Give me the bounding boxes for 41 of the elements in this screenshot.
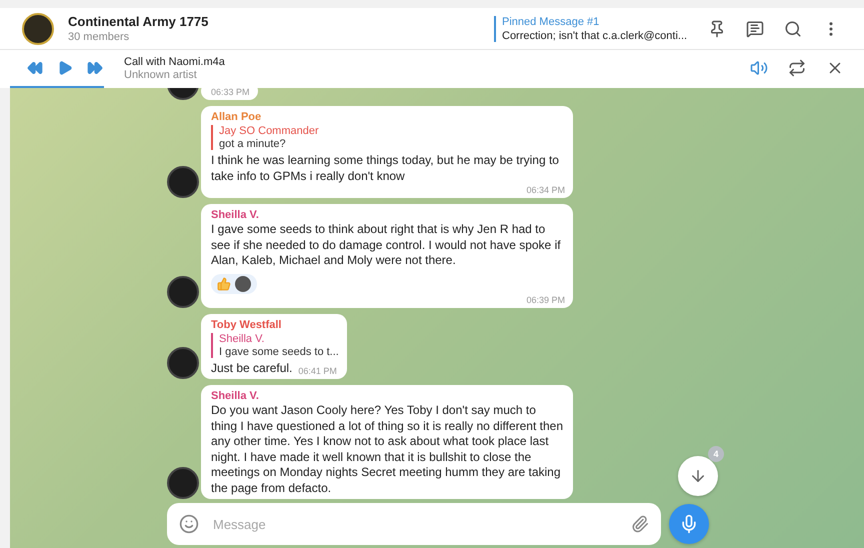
sender-avatar[interactable]: [167, 166, 199, 198]
attach-icon[interactable]: [631, 515, 649, 533]
reactor-avatar: [235, 276, 251, 292]
message-text: Just be careful.: [211, 360, 292, 376]
thumbs-up-icon: [217, 276, 231, 290]
sender-avatar[interactable]: [167, 276, 199, 308]
message-author: Sheilla V.: [211, 209, 260, 221]
reply-quote[interactable]: Sheilla V. I gave some seeds to t...: [211, 332, 339, 358]
chat-title: Continental Army 1775: [68, 14, 210, 29]
message-input-text[interactable]: Message: [211, 516, 619, 532]
scroll-down-button[interactable]: [678, 456, 718, 496]
message-time: 06:41 PM: [298, 366, 337, 376]
pinned-message[interactable]: Pinned Message #1 Correction; isn't that c.a.clerk@conti...: [494, 16, 684, 42]
sender-avatar[interactable]: [167, 467, 199, 499]
message-time: 06:39 PM: [526, 294, 565, 304]
group-avatar[interactable]: [22, 12, 54, 44]
message-time: 06:34 PM: [526, 185, 565, 195]
reply-author: Jay SO Commander: [219, 125, 320, 137]
member-count: 30 members: [68, 31, 130, 43]
message-text: Do you want Jason Cooly here? Yes Toby I don't say much to thing I have questioned a lot of thing so it is really no different then any other time. Yes I know not to ask about what took place last night. I have made it well known that it is bullshit to close the meetings on Monday nights Secret meeting humm they are taking the page from defacto.: [211, 403, 564, 496]
message-text: I think he was learning some things today, but he may be trying to take info to GPMs i really don't know: [211, 153, 560, 184]
microphone-button[interactable]: [669, 504, 709, 544]
reply-author: Sheilla V.: [219, 332, 266, 344]
reactions[interactable]: [211, 274, 257, 294]
reply-quote[interactable]: Jay SO Commander got a minute?: [211, 125, 565, 150]
reply-text: I gave some seeds to t...: [219, 346, 339, 358]
message-author: Sheilla V.: [211, 390, 260, 402]
pinned-text: Correction; isn't that c.a.clerk@conti...: [502, 30, 684, 42]
arrow-down-icon: [689, 467, 707, 485]
reply-text: got a minute?: [219, 138, 287, 150]
pinned-label: Pinned Message #1: [502, 16, 600, 28]
message-text: I gave some seeds to think about right that is why Jen R had to see if she needed to do damage control. I would not have spoke if Alan, Kaleb, Michael and Moly were not there.: [211, 222, 562, 268]
track-artist: Unknown artist: [124, 68, 198, 80]
unread-badge: 4: [708, 446, 724, 462]
message-input[interactable]: Message: [167, 503, 661, 545]
message-author: Toby Westfall: [211, 318, 282, 330]
message-author: Allan Poe: [211, 111, 262, 123]
track-title: Call with Naomi.m4a: [124, 56, 226, 68]
emoji-icon[interactable]: [179, 514, 199, 534]
sender-avatar[interactable]: [167, 347, 199, 379]
message-time: 06:33 PM: [211, 88, 250, 97]
